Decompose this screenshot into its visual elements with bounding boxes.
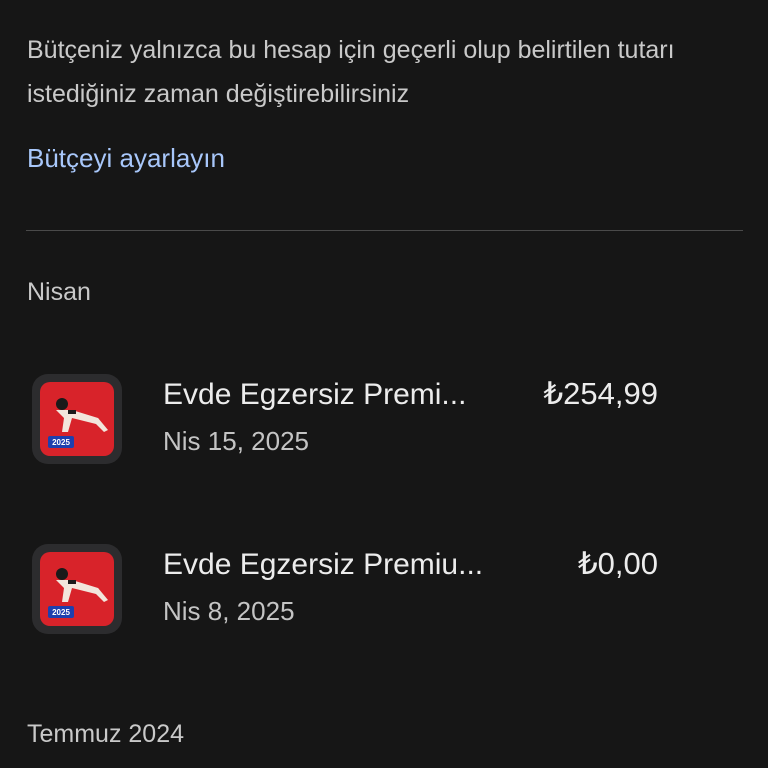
section-title-nisan: Nisan <box>27 278 91 306</box>
purchase-item[interactable]: 2025 Evde Egzersiz Premiu... Nis 8, 2025… <box>0 544 768 654</box>
purchase-date: Nis 8, 2025 <box>163 596 295 626</box>
purchase-history-screen: Bütçeniz yalnızca bu hesap için geçerli … <box>0 0 768 768</box>
purchase-date: Nis 15, 2025 <box>163 426 309 456</box>
workout-app-icon: 2025 <box>32 374 122 464</box>
set-budget-link[interactable]: Bütçeyi ayarlayın <box>27 143 225 174</box>
purchase-price: ₺254,99 <box>543 376 658 411</box>
app-title: Evde Egzersiz Premiu... <box>163 548 484 581</box>
icon-badge-text: 2025 <box>52 608 70 617</box>
purchase-price: ₺0,00 <box>577 546 658 581</box>
budget-description: Bütçeniz yalnızca bu hesap için geçerli … <box>27 36 675 108</box>
purchase-item[interactable]: 2025 Evde Egzersiz Premi... Nis 15, 2025… <box>0 374 768 484</box>
icon-badge-text: 2025 <box>52 438 70 447</box>
workout-app-icon: 2025 <box>32 544 122 634</box>
section-title-temmuz-2024: Temmuz 2024 <box>27 720 185 748</box>
app-title: Evde Egzersiz Premi... <box>163 378 467 411</box>
divider <box>26 230 743 231</box>
